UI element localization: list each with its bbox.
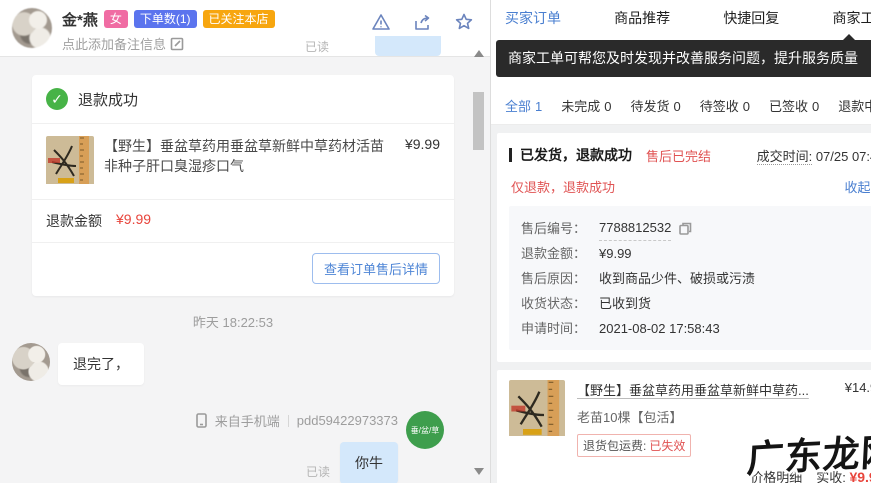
detail-row-receive-status: 收货状态： 已收到货 xyxy=(521,296,652,311)
order-status-card: 已发货，退款成功 售后已完结 成交时间: 07/25 07:44 仅退款，退款成… xyxy=(497,133,871,362)
product-price: ¥9.99 xyxy=(404,136,440,152)
product-thumbnail xyxy=(46,136,94,187)
order-panel: 买家订单 商品推荐 快捷回复 商家工单 商家工单可帮您及时发现并改善服务问题，提… xyxy=(491,0,871,483)
buyer-avatar xyxy=(12,8,52,48)
watermark: 广东龙网 xyxy=(745,430,871,481)
tab-product-recommend[interactable]: 商品推荐 xyxy=(614,8,670,28)
order-filter-bar: 全部1 未完成0 待发货0 待签收0 已签收0 退款中1 xyxy=(491,88,871,125)
followed-badge: 已关注本店 xyxy=(202,10,275,28)
message-source-label: 来自手机端 xyxy=(214,414,280,429)
collapse-link[interactable]: 收起 xyxy=(844,177,871,196)
transfer-icon[interactable] xyxy=(413,13,432,32)
order-count-badge: 下单数(1) xyxy=(133,10,197,28)
chat-timestamp: 昨天 18:22:53 xyxy=(192,315,274,330)
buyer-name: 金*燕 xyxy=(62,11,98,29)
tab-buyer-orders[interactable]: 买家订单 xyxy=(505,8,561,28)
status-marker xyxy=(509,148,512,162)
refund-success-card: ✓ 退款成功 【野生】垂盆草药用垂盆草新鲜中草药材活苗非种子肝口臭湿疹口气 ¥9… xyxy=(32,75,454,296)
aftersale-status-badge: 售后已完结 xyxy=(646,148,712,164)
aftersale-detail-box: 售后编号： 7788812532 退款金额： ¥9.99 售后原因： 收到商品少… xyxy=(509,206,871,350)
clipped-message-bubble xyxy=(375,36,441,56)
merchant-message-group: 来自手机端 pdd59422973373 垂/盆/草 已读 你牛 xyxy=(12,411,454,483)
meta-separator xyxy=(287,414,289,427)
refund-amount-label: 退款金额 xyxy=(46,213,102,229)
buyer-id-label: pdd59422973373 xyxy=(296,413,398,428)
merchant-ticket-tooltip: 商家工单可帮您及时发现并改善服务问题，提升服务质量 × xyxy=(496,34,871,77)
refund-amount-value: ¥9.99 xyxy=(116,211,152,227)
refund-status-text: 退款成功 xyxy=(78,91,139,109)
star-icon[interactable] xyxy=(454,12,474,32)
buyer-message-bubble: 退完了， xyxy=(58,343,144,385)
success-check-icon: ✓ xyxy=(46,88,68,110)
filter-received[interactable]: 已签收 0 xyxy=(769,96,819,115)
gender-badge: 女 xyxy=(103,10,128,28)
tooltip-text: 商家工单可帮您及时发现并改善服务问题，提升服务质量 xyxy=(508,50,858,66)
app: 金*燕 女 下单数(1) 已关注本店 点此添加备注信息 已读 ✓ 退款成功 【野… xyxy=(0,0,871,483)
order-panel-tabs: 买家订单 商品推荐 快捷回复 商家工单 xyxy=(491,0,871,36)
product-price: ¥14.99 xyxy=(844,380,871,395)
scroll-up-arrow-icon[interactable] xyxy=(474,50,484,57)
detail-row-reason: 售后原因： 收到商品少件、破损或污渍 xyxy=(521,271,756,286)
chat-panel: 金*燕 女 下单数(1) 已关注本店 点此添加备注信息 已读 ✓ 退款成功 【野… xyxy=(0,0,491,483)
filter-to-ship[interactable]: 待发货 0 xyxy=(631,96,681,115)
refund-type-text: 仅退款，退款成功 xyxy=(511,180,616,195)
buyer-message-avatar xyxy=(12,343,50,381)
product-title-link[interactable]: 【野生】垂盆草药用垂盆草新鲜中草药... xyxy=(577,380,809,399)
filter-to-receive[interactable]: 待签收 0 xyxy=(700,96,750,115)
copy-icon[interactable] xyxy=(679,222,692,235)
phone-icon xyxy=(195,413,207,428)
shop-avatar: 垂/盆/草 xyxy=(406,411,444,449)
chat-message-list: ✓ 退款成功 【野生】垂盆草药用垂盆草新鲜中草药材活苗非种子肝口臭湿疹口气 ¥9… xyxy=(0,57,490,483)
tab-merchant-ticket[interactable]: 商家工单 xyxy=(832,8,871,28)
product-title: 【野生】垂盆草药用垂盆草新鲜中草药材活苗非种子肝口臭湿疹口气 xyxy=(104,138,384,174)
detail-row-apply-time: 申请时间： 2021-08-02 17:58:43 xyxy=(521,321,720,336)
read-receipt: 已读 xyxy=(305,465,330,479)
filter-all[interactable]: 全部 1 xyxy=(505,96,542,115)
freight-insurance-badge: 退货包运费: 已失效 xyxy=(577,434,692,457)
detail-row-refund-amount: 退款金额： ¥9.99 xyxy=(521,246,632,261)
deal-time-label: 成交时间: xyxy=(756,148,813,165)
scroll-down-arrow-icon[interactable] xyxy=(474,468,484,475)
detail-row-aftersale-no: 售后编号： 7788812532 xyxy=(521,215,871,241)
product-sku: 老苗10棵【包活】 xyxy=(577,410,683,425)
read-receipt-top: 已读 xyxy=(305,40,330,54)
merchant-message-bubble: 你牛 xyxy=(340,442,398,483)
filter-unfinished[interactable]: 未完成 0 xyxy=(561,96,611,115)
report-warning-icon[interactable] xyxy=(371,13,391,32)
product-thumbnail xyxy=(509,380,565,457)
tab-quick-reply[interactable]: 快捷回复 xyxy=(723,8,779,28)
edit-note-icon[interactable] xyxy=(170,37,184,51)
add-note-link[interactable]: 点此添加备注信息 xyxy=(62,34,184,53)
deal-time-value: 07/25 07:44 xyxy=(815,148,871,164)
view-aftersale-detail-button[interactable]: 查看订单售后详情 xyxy=(311,253,440,284)
scrollbar-thumb[interactable] xyxy=(473,92,484,150)
filter-refunding[interactable]: 退款中1 xyxy=(838,96,871,115)
chat-scrollbar[interactable] xyxy=(472,40,488,483)
buyer-message-row: 退完了， xyxy=(12,343,454,385)
add-note-label: 点此添加备注信息 xyxy=(62,37,167,52)
collapse-label: 收起 xyxy=(844,180,871,195)
order-status-text: 已发货，退款成功 xyxy=(520,147,632,163)
